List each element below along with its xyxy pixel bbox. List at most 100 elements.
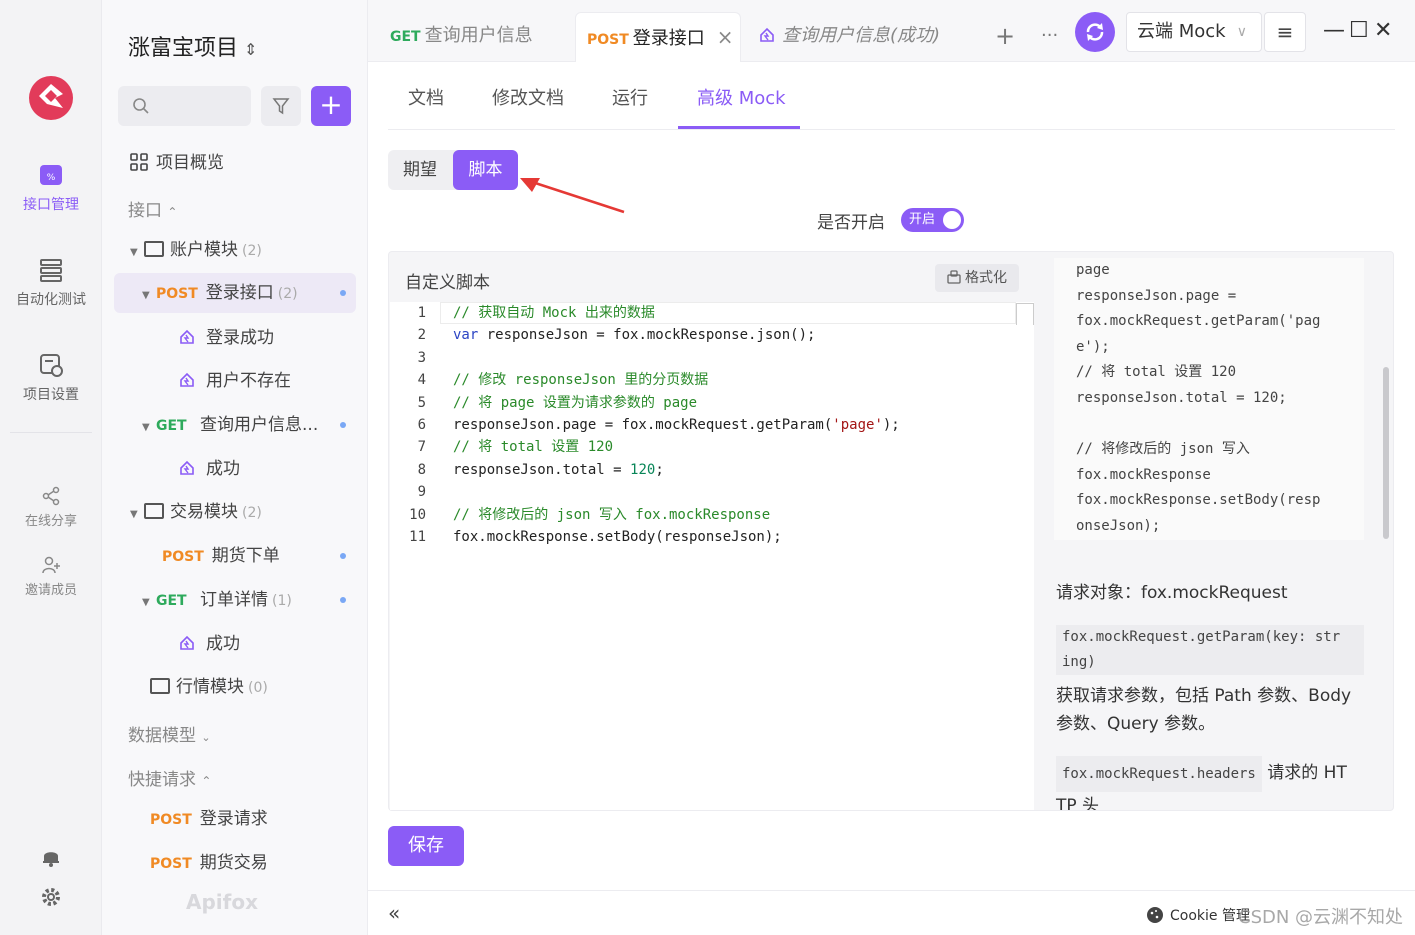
sync-button[interactable] (1075, 12, 1115, 52)
method-badge: POST (587, 32, 629, 48)
tab-label: 登录接口 (632, 28, 705, 49)
tab-label: 查询用户信息 (424, 25, 533, 46)
overview-item[interactable]: 项目概览 (114, 143, 356, 183)
subtab-label: 修改文档 (492, 88, 564, 109)
save-button[interactable]: 保存 (388, 826, 464, 866)
doc-code-line: page (1076, 262, 1110, 278)
tree-case-success[interactable]: 成功 (114, 449, 356, 489)
subtab-edit-docs[interactable]: 修改文档 (492, 84, 564, 110)
method-badge: POST (150, 812, 192, 828)
tree-api-query-user[interactable]: ▼ GET 查询用户信息... (114, 405, 356, 445)
seg-label: 期望 (403, 160, 437, 180)
doc-code-line: e'); (1076, 338, 1110, 355)
code-text: fox.mockResponse.setBody(responseJson); (453, 529, 782, 545)
tree-folder-market[interactable]: 行情模块 (0) (114, 667, 356, 707)
code-text: // 将修改后的 json 写入 fox.mockResponse (453, 506, 771, 523)
tab-query-user[interactable]: GET 查询用户信息 (390, 12, 533, 62)
heading-text: 请求对象：fox.mockRequest (1056, 583, 1288, 603)
line-number: 9 (417, 484, 426, 501)
active-tab-indicator (678, 126, 800, 129)
section-api[interactable]: 接口 ⌃ (128, 196, 177, 221)
tree-folder-trade[interactable]: ▼ 交易模块 (2) (114, 492, 356, 532)
tree-case-user-missing[interactable]: 用户不存在 (114, 361, 356, 401)
toggle-label-text: 是否开启 (817, 213, 885, 233)
environment-select[interactable]: 云端 Mock ∨ (1126, 12, 1262, 52)
project-switcher[interactable]: 涨富宝项目 ⇕ (128, 30, 257, 62)
headers-doc: fox.mockRequest.headers 请求的 HT TP 头 (1056, 756, 1366, 810)
status-dot (340, 290, 346, 296)
doc-code-line: // 将修改后的 json 写入 (1076, 441, 1250, 458)
code-text: // 将 page 设置为请求参数的 page (453, 394, 698, 411)
tab-query-user-success[interactable]: 查询用户信息(成功) (758, 12, 940, 62)
rail-item-share[interactable]: 在线分享 (0, 486, 102, 529)
close-icon[interactable]: × (717, 25, 734, 49)
tab-login[interactable]: POST 登录接口 × (575, 12, 741, 62)
rail-item-api-management[interactable]: % 接口管理 (0, 162, 102, 214)
settings-gear-icon[interactable] (40, 886, 62, 908)
cookie-icon (1147, 907, 1163, 923)
section-models[interactable]: 数据模型 ⌄ (128, 721, 211, 746)
status-dot (340, 597, 346, 603)
quick-futures-trade[interactable]: POST 期货交易 (114, 843, 356, 883)
docs-scrollbar[interactable] (1383, 367, 1389, 539)
tree-label: 登录成功 (206, 328, 274, 348)
search-input[interactable] (118, 86, 251, 126)
environment-menu-button[interactable]: ≡ (1264, 12, 1306, 52)
share-label: 在线分享 (24, 514, 77, 529)
rail-label-automation: 自动化测试 (16, 292, 86, 308)
minimize-button[interactable]: — (1323, 18, 1345, 43)
tree-label: 交易模块 (170, 502, 238, 522)
new-tab-button[interactable]: + (995, 12, 1015, 62)
environment-value: 云端 Mock (1137, 21, 1226, 42)
add-button[interactable]: + (311, 86, 351, 126)
rail-item-project-settings[interactable]: 项目设置 (0, 352, 102, 404)
save-label: 保存 (408, 835, 444, 856)
tree-case-login-success[interactable]: 登录成功 (114, 318, 356, 358)
tree-api-futures-order[interactable]: POST 期货下单 (114, 536, 356, 576)
share-icon (42, 486, 60, 506)
tree-api-order-detail[interactable]: ▼ GET 订单详情 (1) (114, 580, 356, 620)
bell-icon[interactable] (40, 846, 62, 868)
doc-code-block: page responseJson.page = fox.mockRequest.g… (1054, 258, 1364, 540)
seg-expectation[interactable]: 期望 (388, 150, 452, 190)
enable-toggle[interactable]: 开启 (901, 208, 964, 232)
desc-text: 请求的 HT (1267, 763, 1347, 783)
tree-case-order-success[interactable]: 成功 (114, 624, 356, 664)
section-quick[interactable]: 快捷请求 ⌃ (128, 765, 211, 790)
line-number: 8 (417, 461, 426, 478)
quick-login-request[interactable]: POST 登录请求 (114, 799, 356, 839)
format-button[interactable]: 格式化 (935, 264, 1019, 292)
seg-script[interactable]: 脚本 (453, 150, 518, 190)
getparam-code: fox.mockRequest.getParam(key: str ing) (1056, 625, 1364, 675)
code-text: fox.mockRequest.getParam(key: str (1062, 629, 1341, 645)
tree-folder-account[interactable]: ▼ 账户模块 (2) (114, 230, 356, 270)
close-window-button[interactable]: ✕ (1374, 18, 1392, 43)
mock-case-icon (760, 27, 774, 42)
code-text: // 获取自动 Mock 出来的数据 (453, 305, 655, 321)
subtab-run[interactable]: 运行 (612, 84, 648, 110)
maximize-button[interactable]: ☐ (1349, 18, 1369, 43)
rail-item-automation[interactable]: 自动化测试 (0, 257, 102, 309)
main-area: GET 查询用户信息 POST 登录接口 × 查询用户信息(成功) + ··· 云端 … (368, 0, 1415, 935)
project-title: 涨富宝项目 (128, 36, 239, 61)
collapse-sidebar-icon[interactable]: « (388, 901, 400, 925)
caret-down-icon: ▼ (142, 597, 150, 608)
sub-tabs: 文档 修改文档 运行 高级 Mock (388, 62, 1395, 130)
subtab-docs[interactable]: 文档 (408, 84, 444, 110)
caret-down-icon: ▼ (130, 509, 138, 520)
line-number: 7 (417, 439, 426, 456)
doc-code-line: responseJson.total = 120; (1076, 389, 1287, 406)
cookie-manager[interactable]: Cookie 管理 (1146, 905, 1250, 925)
code-text: // 将 total 设置 120 (453, 439, 614, 456)
method-badge: POST (156, 286, 198, 302)
tree-api-login[interactable]: ▼ POST 登录接口 (2) (114, 273, 356, 313)
method-badge: POST (162, 549, 204, 565)
subtab-advanced-mock[interactable]: 高级 Mock (697, 84, 786, 110)
filter-button[interactable] (261, 86, 301, 126)
seg-label: 脚本 (468, 160, 503, 180)
doc-code-line: onseJson); (1076, 517, 1161, 534)
more-tabs-button[interactable]: ··· (1041, 12, 1058, 62)
doc-code-line (1076, 412, 1364, 438)
rail-item-invite[interactable]: 邀请成员 (0, 555, 102, 598)
code-editor[interactable]: 1 // 获取自动 Mock 出来的数据 2 var responseJson = f… (390, 302, 1034, 810)
